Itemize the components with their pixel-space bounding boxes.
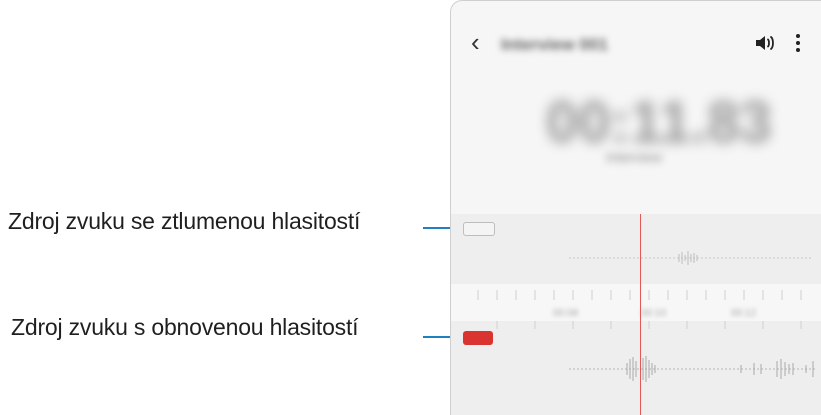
more-options-icon[interactable] xyxy=(793,31,803,55)
back-chevron-icon[interactable]: ‹ xyxy=(471,29,480,55)
restored-source-chip[interactable] xyxy=(463,331,493,345)
callout-restored-source: Zdroj zvuku s obnovenou hlasitostí xyxy=(11,314,359,340)
ruler-ticks-lower xyxy=(496,321,802,329)
recording-title: Interview 001 xyxy=(501,35,608,54)
recording-timer: 00:11.83 xyxy=(546,90,772,155)
ruler-ticks xyxy=(477,290,802,300)
recording-subtitle: Interview xyxy=(606,149,663,165)
track-restored[interactable] xyxy=(451,321,821,415)
speaker-icon[interactable] xyxy=(753,31,777,55)
ruler-label: 00:08 xyxy=(553,308,579,319)
ruler-label: 00:10 xyxy=(641,308,667,319)
playhead[interactable] xyxy=(640,214,641,415)
top-bar: ‹ Interview 001 xyxy=(451,21,821,65)
timeline-ruler[interactable]: 00:08 00:10 00:12 xyxy=(451,284,821,322)
voice-recorder-screen: ‹ Interview 001 00:11.83 Interview 00:08… xyxy=(450,0,821,415)
ruler-label: 00:12 xyxy=(731,308,757,319)
muted-source-chip[interactable] xyxy=(463,222,495,236)
callout-muted-source: Zdroj zvuku se ztlumenou hlasitostí xyxy=(8,208,361,234)
